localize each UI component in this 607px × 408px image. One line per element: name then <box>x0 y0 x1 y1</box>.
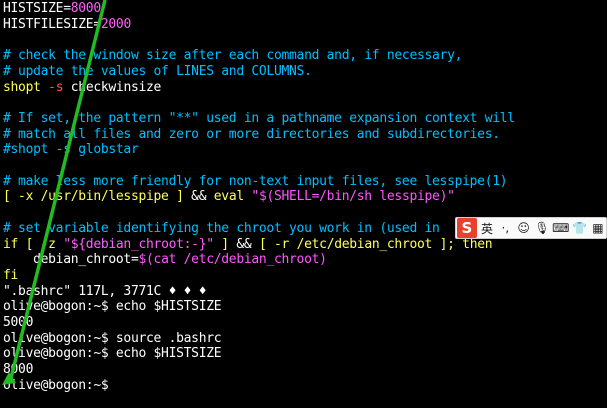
terminal-line: shopt -s checkwinsize <box>3 80 161 96</box>
terminal-line: 5000 <box>3 315 33 331</box>
terminal-text-segment: " <box>251 189 259 205</box>
terminal-line: # match all files and zero or more direc… <box>3 127 500 143</box>
terminal-text-segment: # make less more friendly for non-text i… <box>3 173 508 189</box>
terminal-text-segment: checkwinsize <box>63 79 162 95</box>
terminal-text-segment: 2000 <box>100 16 131 32</box>
grid-icon[interactable]: ▦ <box>590 218 606 238</box>
terminal-text-segment: olive@bogon:~$ echo $HISTSIZE <box>3 299 222 315</box>
terminal-text-segment: [ -x /usr/bin/lesspipe ] <box>3 189 192 205</box>
ime-toolbar[interactable]: S 英 ·, ☺ 🎙 ⌨ 👕 ▦ <box>455 217 607 239</box>
terminal-line: debian_chroot=$(cat /etc/debian_chroot) <box>3 252 327 268</box>
terminal-text-segment: # If set, the pattern "**" used in a pat… <box>3 110 515 126</box>
terminal-line: #shopt -s globstar <box>3 142 139 158</box>
shirt-icon[interactable]: 👕 <box>571 218 587 238</box>
terminal-text-segment: # update the values of LINES and COLUMNS… <box>3 63 312 79</box>
keyboard-icon[interactable]: ⌨ <box>552 218 569 238</box>
terminal-text-segment: fi <box>3 267 19 283</box>
terminal-text-segment: debian_chroot= <box>3 252 139 268</box>
terminal-text-segment: 5000 <box>3 315 34 330</box>
terminal-line: HISTSIZE=8000 <box>3 1 101 17</box>
terminal-line: # update the values of LINES and COLUMNS… <box>3 64 312 80</box>
terminal-line: olive@bogon:~$ echo $HISTSIZE <box>3 299 222 315</box>
terminal-line: HISTFILESIZE=2000 <box>3 17 131 33</box>
terminal-line: # make less more friendly for non-text i… <box>3 173 508 190</box>
terminal-line: if [ -z "${debian_chroot:-}" ] && [ -r /… <box>3 236 493 253</box>
terminal-text-segment: HISTSIZE= <box>3 1 71 16</box>
terminal-text-segment: $(SHELL=/bin/sh lesspipe) <box>258 189 448 205</box>
terminal-line: # check the window size after each comma… <box>3 48 462 64</box>
terminal-text-segment: # set variable identifying the chroot yo… <box>3 220 440 236</box>
terminal-line: 8000 <box>3 362 33 378</box>
terminal-text-segment: "${debian_chroot:-}" <box>63 236 214 252</box>
terminal-window[interactable]: HISTSIZE=8000 HISTFILESIZE=2000 # check th… <box>0 0 607 408</box>
terminal-text-segment: if [ -z <box>3 236 64 252</box>
terminal-text-segment: # check the window size after each comma… <box>3 48 463 64</box>
terminal-text-segment: ] <box>213 236 237 252</box>
terminal-text-segment: 8000 <box>3 362 34 378</box>
microphone-icon[interactable]: 🎙 <box>534 218 550 238</box>
terminal-text-segment: shopt <box>3 79 49 95</box>
terminal-text-segment: olive@bogon:~$ source .bashrc <box>3 330 222 346</box>
ime-lang-toggle[interactable]: 英 <box>479 218 495 238</box>
terminal-line: olive@bogon:~$ <box>3 378 116 394</box>
terminal-line: # set variable identifying the chroot yo… <box>3 221 440 237</box>
terminal-line: ".bashrc" 117L, 3771C ♦ ♦ ♦ <box>3 283 207 300</box>
terminal-line: olive@bogon:~$ echo $HISTSIZE <box>3 346 222 362</box>
terminal-text-segment: 8000 <box>70 1 101 16</box>
sogou-logo-icon[interactable]: S <box>457 218 477 238</box>
moon-punct-icon[interactable]: ·, <box>497 218 513 238</box>
terminal-text-segment: && <box>191 189 214 205</box>
terminal-text-segment: olive@bogon:~$ <box>3 377 116 393</box>
terminal-line: olive@bogon:~$ source .bashrc <box>3 330 222 347</box>
terminal-text-segment: " <box>447 189 455 205</box>
terminal-text-segment: -s <box>48 79 64 95</box>
terminal-text-segment: #shopt -s globstar <box>3 142 139 158</box>
terminal-line: # If set, the pattern "**" used in a pat… <box>3 111 515 127</box>
terminal-text-segment: ".bashrc" 117L, 3771C ♦ ♦ ♦ <box>3 283 207 299</box>
terminal-text-segment: eval <box>213 189 252 205</box>
terminal-text-segment: && <box>236 236 259 252</box>
terminal-text-segment: # match all files and zero or more direc… <box>3 126 500 142</box>
terminal-text-segment: HISTFILESIZE= <box>3 16 101 32</box>
terminal-line: fi <box>3 268 18 284</box>
terminal-line: [ -x /usr/bin/lesspipe ] && eval "$(SHEL… <box>3 189 455 205</box>
smiley-icon[interactable]: ☺ <box>516 218 532 238</box>
terminal-text-segment: $(cat /etc/debian_chroot) <box>138 252 327 268</box>
terminal-text-segment: olive@bogon:~$ echo $HISTSIZE <box>3 346 222 362</box>
